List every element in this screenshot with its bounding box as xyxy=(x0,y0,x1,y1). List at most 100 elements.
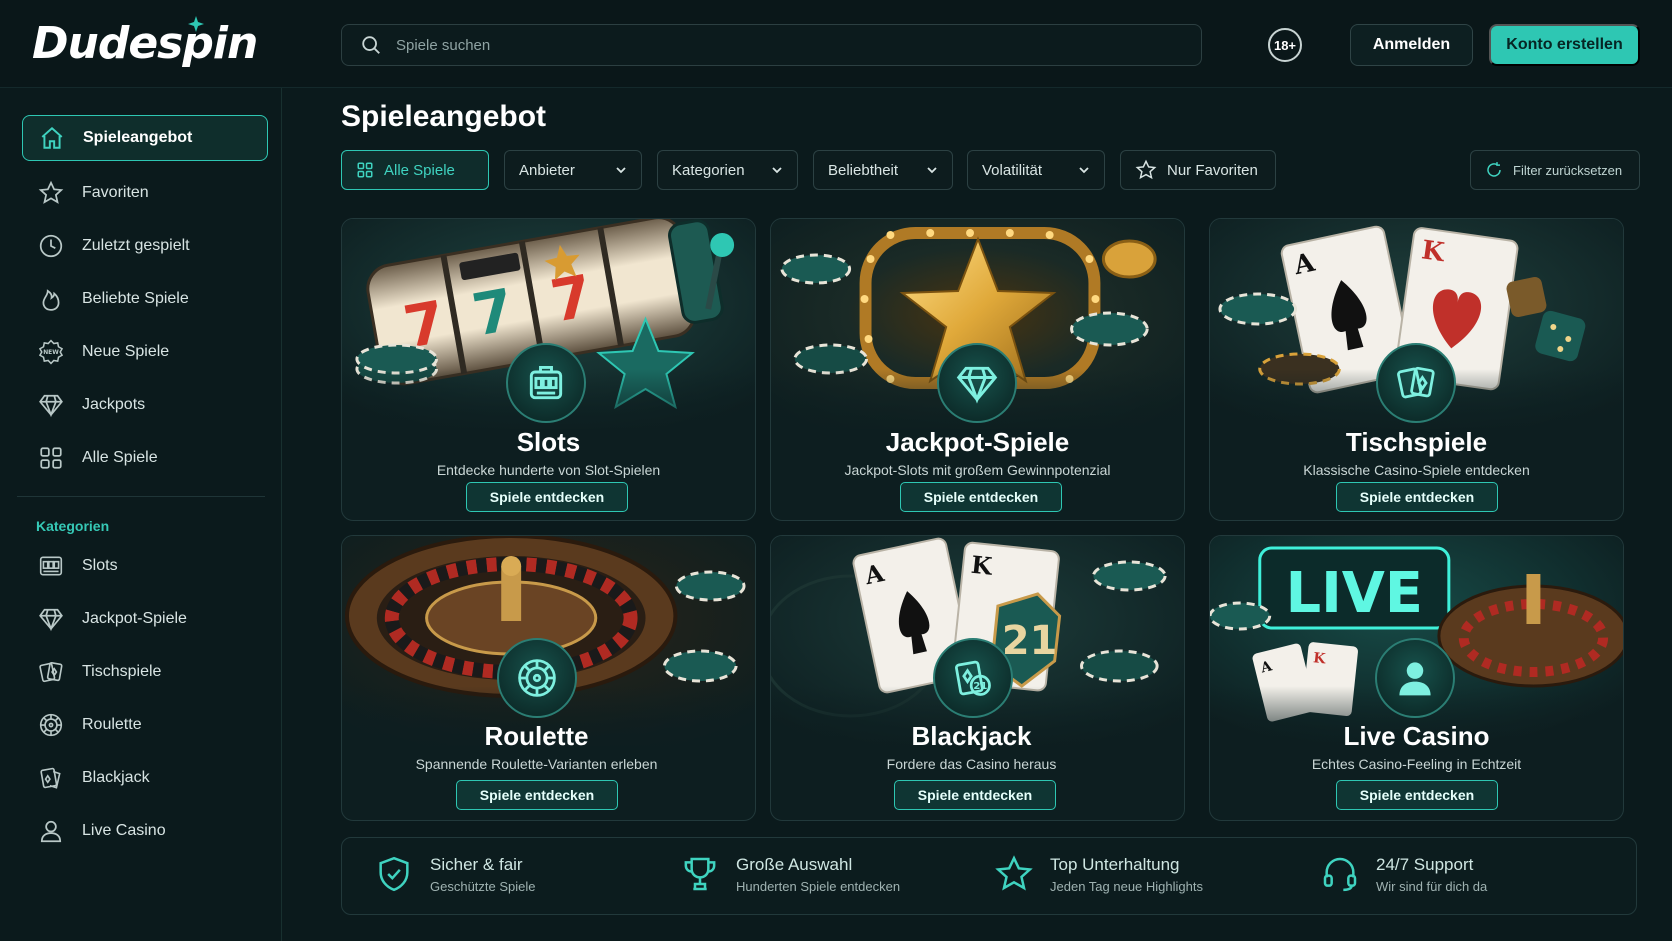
grid-icon xyxy=(357,162,373,178)
card-subtitle: Jackpot-Slots mit großem Gewinnpotenzial xyxy=(844,462,1111,478)
filter-label: Filter zurücksetzen xyxy=(1513,162,1623,178)
card-title: Blackjack xyxy=(911,721,1032,751)
feature-subtitle: Hunderten Spiele entdecken xyxy=(736,878,901,894)
discover-games-button[interactable]: Spiele entdecken xyxy=(900,482,1062,512)
chevron-down-icon xyxy=(616,167,626,174)
discover-games-button[interactable]: Spiele entdecken xyxy=(456,780,618,810)
sidebar-category-roulette[interactable]: Roulette xyxy=(22,702,268,748)
game-card-tischspiele[interactable]: A K Tischspiele Klassische Casino-Spiele… xyxy=(1209,218,1624,521)
sidebar-category-live-casino[interactable]: Live Casino xyxy=(22,808,268,854)
headset-icon xyxy=(1323,857,1357,892)
live-sign-text: LIVE xyxy=(1286,561,1423,626)
feature-title: Sicher & fair xyxy=(430,854,523,874)
cards-icon xyxy=(1376,343,1456,423)
svg-text:K: K xyxy=(970,551,995,581)
sidebar-item-alle-spiele[interactable]: Alle Spiele xyxy=(22,435,268,481)
feature-title: 24/7 Support xyxy=(1376,854,1474,874)
blackjack-icon: 21 xyxy=(933,638,1013,718)
sidebar-section-title: Kategorien xyxy=(36,518,110,534)
search-icon xyxy=(362,36,380,54)
discover-games-button[interactable]: Spiele entdecken xyxy=(1336,780,1498,810)
chevron-down-icon xyxy=(927,167,937,174)
card-subtitle: Fordere das Casino heraus xyxy=(886,756,1057,772)
card-title: Jackpot-Spiele xyxy=(885,427,1070,457)
feature-support: 24/7 Support Wir sind für dich da xyxy=(1320,854,1487,894)
sidebar-item-label: Alle Spiele xyxy=(82,449,158,466)
filter-provider-dropdown[interactable]: Anbieter xyxy=(504,150,642,190)
sidebar-item-label: Live Casino xyxy=(82,822,166,839)
filter-favorites-only[interactable]: Nur Favoriten xyxy=(1120,150,1276,190)
sidebar-category-tischspiele[interactable]: Tischspiele xyxy=(22,649,268,695)
chevron-down-icon xyxy=(1079,167,1089,174)
feature-subtitle: Jeden Tag neue Highlights xyxy=(1050,878,1203,894)
roulette-icon xyxy=(497,638,577,718)
sidebar-category-slots[interactable]: Slots xyxy=(22,543,268,589)
shield-check-icon xyxy=(379,856,409,892)
diamond-icon xyxy=(38,392,64,418)
register-button[interactable]: Konto erstellen xyxy=(1489,24,1640,66)
game-card-blackjack[interactable]: A K 21 21 Blackjack Fordere das Casino h… xyxy=(770,535,1185,821)
filter-label: Anbieter xyxy=(519,161,575,179)
feature-subtitle: Wir sind für dich da xyxy=(1376,878,1488,894)
card-subtitle: Spannende Roulette-Varianten erleben xyxy=(415,756,658,772)
sidebar-item-label: Beliebte Spiele xyxy=(82,290,189,307)
svg-text:21: 21 xyxy=(973,681,987,692)
top-header: Dudespin 18+ Anmelden Konto erstellen xyxy=(0,0,1672,88)
feature-top-entertainment: Top Unterhaltung Jeden Tag neue Highligh… xyxy=(994,854,1203,894)
flame-icon xyxy=(38,286,64,312)
star-icon xyxy=(1135,159,1157,180)
filter-categories-dropdown[interactable]: Kategorien xyxy=(657,150,798,190)
sidebar-item-neue-spiele[interactable]: NEW Neue Spiele xyxy=(22,329,268,375)
sidebar-item-label: Jackpot-Spiele xyxy=(82,610,187,627)
discover-games-button[interactable]: Spiele entdecken xyxy=(1336,482,1498,512)
sidebar-item-label: Blackjack xyxy=(82,769,150,786)
star-icon xyxy=(995,855,1033,891)
blackjack-21-text: 21 xyxy=(1002,618,1057,664)
game-card-roulette[interactable]: Roulette Spannende Roulette-Varianten er… xyxy=(341,535,756,821)
sidebar: Spieleangebot Favoriten Zuletzt gespielt… xyxy=(0,88,282,941)
brand-logo[interactable]: Dudespin xyxy=(32,18,258,69)
discover-games-button[interactable]: Spiele entdecken xyxy=(894,780,1056,810)
sidebar-item-label: Slots xyxy=(82,557,118,574)
new-badge-icon: NEW xyxy=(38,339,64,365)
card-subtitle: Klassische Casino-Spiele entdecken xyxy=(1303,462,1530,478)
diamond-icon xyxy=(937,343,1017,423)
sidebar-item-favoriten[interactable]: Favoriten xyxy=(22,170,268,216)
sidebar-item-label: Tischspiele xyxy=(82,663,162,680)
user-icon xyxy=(38,818,64,844)
cards-icon xyxy=(38,659,64,685)
login-button[interactable]: Anmelden xyxy=(1350,24,1473,66)
filter-reset-button[interactable]: Filter zurücksetzen xyxy=(1470,150,1640,190)
feature-subtitle: Geschützte Spiele xyxy=(430,878,536,894)
sidebar-item-label: Roulette xyxy=(82,716,142,733)
card-title: Live Casino xyxy=(1343,721,1490,751)
blackjack-icon xyxy=(38,765,64,791)
sidebar-category-blackjack[interactable]: Blackjack xyxy=(22,755,268,801)
roulette-icon xyxy=(38,712,64,738)
sidebar-item-jackpots[interactable]: Jackpots xyxy=(22,382,268,428)
sidebar-item-spieleangebot[interactable]: Spieleangebot xyxy=(22,115,268,161)
game-card-jackpot-spiele[interactable]: Jackpot-Spiele Jackpot-Slots mit großem … xyxy=(770,218,1185,521)
filter-label: Nur Favoriten xyxy=(1167,161,1258,179)
filter-volatility-dropdown[interactable]: Volatilität xyxy=(967,150,1105,190)
card-subtitle: Entdecke hunderte von Slot-Spielen xyxy=(436,462,661,478)
game-card-live-casino[interactable]: LIVE A K Live Casino Echtes Casino-Feeli… xyxy=(1209,535,1624,821)
search-bar[interactable] xyxy=(341,24,1202,66)
diamond-icon xyxy=(38,606,64,632)
game-card-slots[interactable]: 7 7 7 Slots Entdecke hunderte von Slot-S… xyxy=(341,218,756,521)
age-restriction-badge: 18+ xyxy=(1268,28,1302,62)
feature-safe-fair: Sicher & fair Geschützte Spiele xyxy=(374,854,536,894)
feature-big-selection: Große Auswahl Hunderten Spiele entdecken xyxy=(680,854,900,894)
filter-popularity-dropdown[interactable]: Beliebtheit xyxy=(813,150,953,190)
filter-all-games[interactable]: Alle Spiele xyxy=(341,150,489,190)
search-input[interactable] xyxy=(396,36,1156,54)
discover-games-button[interactable]: Spiele entdecken xyxy=(466,482,628,512)
sidebar-category-jackpot-spiele[interactable]: Jackpot-Spiele xyxy=(22,596,268,642)
sidebar-item-beliebte-spiele[interactable]: Beliebte Spiele xyxy=(22,276,268,322)
home-icon xyxy=(39,125,65,151)
sidebar-item-zuletzt-gespielt[interactable]: Zuletzt gespielt xyxy=(22,223,268,269)
trophy-icon xyxy=(684,857,716,891)
filter-label: Alle Spiele xyxy=(384,161,455,179)
svg-text:NEW: NEW xyxy=(43,349,59,356)
clock-icon xyxy=(38,233,64,259)
